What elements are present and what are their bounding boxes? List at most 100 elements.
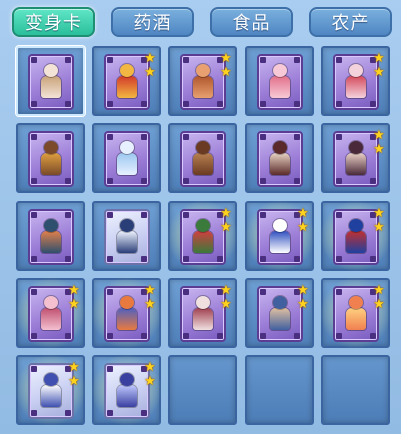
transformation-card-icon: [104, 131, 150, 187]
star-icon: ★: [220, 220, 232, 235]
character-portrait: [190, 296, 216, 332]
star-icon: ★: [144, 360, 156, 375]
empty-slot[interactable]: [321, 355, 390, 425]
inventory-slot[interactable]: [92, 201, 161, 271]
inventory-slot[interactable]: [245, 123, 314, 193]
character-portrait: [267, 296, 293, 332]
inventory-slot[interactable]: ★ ★: [12, 351, 89, 429]
character-portrait: [38, 373, 64, 409]
character-portrait: [38, 64, 64, 100]
inventory-slot[interactable]: ★ ★: [321, 46, 390, 116]
star-rating: ★ ★: [372, 207, 386, 235]
empty-slot[interactable]: [168, 355, 237, 425]
tab-farm-produce[interactable]: 农产: [309, 7, 392, 37]
star-icon: ★: [220, 297, 232, 312]
inventory-slot[interactable]: ★ ★: [88, 274, 165, 352]
star-icon: ★: [297, 206, 309, 221]
character-portrait: [114, 373, 140, 409]
inventory-slot[interactable]: ★ ★: [321, 123, 390, 193]
star-icon: ★: [297, 220, 309, 235]
inventory-slot[interactable]: [92, 123, 161, 193]
star-icon: ★: [373, 65, 385, 80]
transformation-card-icon: [104, 209, 150, 265]
inventory-slot[interactable]: ★ ★: [317, 274, 394, 352]
star-icon: ★: [220, 283, 232, 298]
tab-medicinal-wine[interactable]: 药酒: [111, 7, 194, 37]
character-portrait: [343, 296, 369, 332]
character-portrait: [114, 64, 140, 100]
star-icon: ★: [297, 283, 309, 298]
inventory-slot[interactable]: [16, 123, 85, 193]
character-portrait: [114, 296, 140, 332]
star-rating: ★ ★: [372, 52, 386, 80]
category-tabs: 变身卡 药酒 食品 农产: [12, 7, 392, 39]
transformation-card-icon: [28, 54, 74, 110]
star-icon: ★: [144, 283, 156, 298]
inventory-slot[interactable]: [16, 46, 85, 116]
star-icon: ★: [297, 297, 309, 312]
inventory-slot[interactable]: ★ ★: [168, 278, 237, 348]
star-icon: ★: [144, 51, 156, 66]
star-icon: ★: [373, 206, 385, 221]
character-portrait: [114, 141, 140, 177]
character-portrait: [343, 141, 369, 177]
transformation-card-icon: [257, 131, 303, 187]
character-portrait: [343, 219, 369, 255]
star-rating: ★ ★: [372, 129, 386, 157]
inventory-slot[interactable]: ★ ★: [164, 197, 241, 275]
star-rating: ★ ★: [372, 284, 386, 312]
tab-food[interactable]: 食品: [210, 7, 293, 37]
star-icon: ★: [68, 374, 80, 389]
empty-slot[interactable]: [245, 355, 314, 425]
star-rating: ★ ★: [67, 361, 81, 389]
star-icon: ★: [144, 374, 156, 389]
character-portrait: [190, 64, 216, 100]
star-icon: ★: [144, 297, 156, 312]
tab-transform-cards[interactable]: 变身卡: [12, 7, 95, 37]
character-portrait: [267, 141, 293, 177]
star-rating: ★ ★: [219, 52, 233, 80]
star-icon: ★: [373, 220, 385, 235]
inventory-slot[interactable]: ★ ★: [12, 274, 89, 352]
star-icon: ★: [220, 51, 232, 66]
star-rating: ★ ★: [219, 207, 233, 235]
star-icon: ★: [68, 360, 80, 375]
inventory-slot[interactable]: [168, 123, 237, 193]
inventory-slot[interactable]: ★ ★: [168, 46, 237, 116]
inventory-slot[interactable]: [16, 201, 85, 271]
star-rating: ★ ★: [143, 284, 157, 312]
inventory-slot[interactable]: ★ ★: [317, 197, 394, 275]
star-rating: ★ ★: [296, 207, 310, 235]
star-rating: ★ ★: [67, 284, 81, 312]
character-portrait: [190, 141, 216, 177]
character-portrait: [38, 296, 64, 332]
star-rating: ★ ★: [143, 361, 157, 389]
star-icon: ★: [373, 283, 385, 298]
star-rating: ★ ★: [143, 52, 157, 80]
inventory-slot[interactable]: ★ ★: [92, 46, 161, 116]
star-icon: ★: [144, 65, 156, 80]
transformation-card-icon: [180, 131, 226, 187]
star-icon: ★: [220, 206, 232, 221]
character-portrait: [343, 64, 369, 100]
star-icon: ★: [220, 65, 232, 80]
transformation-card-icon: [28, 209, 74, 265]
transformation-card-icon: [257, 54, 303, 110]
item-grid: ★ ★ ★ ★ ★ ★ ★ ★ ★ ★ ★ ★ ★ ★ ★ ★ ★ ★ ★ ★ ★ ★ ★ ★ ★ ★ ★ ★: [12, 46, 396, 430]
character-portrait: [38, 141, 64, 177]
character-portrait: [114, 219, 140, 255]
star-icon: ★: [68, 283, 80, 298]
star-icon: ★: [373, 297, 385, 312]
star-rating: ★ ★: [219, 284, 233, 312]
inventory-slot[interactable]: ★ ★: [88, 351, 165, 429]
character-portrait: [267, 219, 293, 255]
transformation-card-icon: [28, 131, 74, 187]
star-icon: ★: [373, 128, 385, 143]
inventory-slot[interactable]: ★ ★: [241, 197, 318, 275]
inventory-slot[interactable]: ★ ★: [245, 278, 314, 348]
character-portrait: [38, 219, 64, 255]
character-portrait: [267, 64, 293, 100]
inventory-slot[interactable]: [245, 46, 314, 116]
inventory-panel: 变身卡 药酒 食品 农产 ★ ★ ★ ★ ★ ★ ★ ★ ★ ★ ★ ★ ★ ★ ★ ★ ★ ★ ★ ★ ★ ★ ★ ★ ★ ★ ★…: [0, 0, 401, 434]
star-icon: ★: [373, 142, 385, 157]
